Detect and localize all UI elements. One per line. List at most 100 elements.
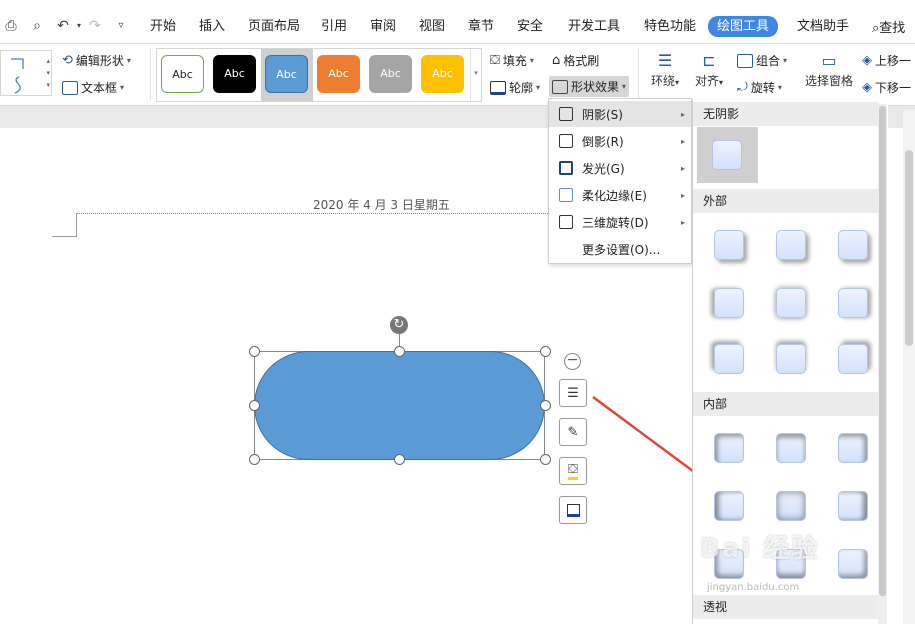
shadow-inner-option[interactable] xyxy=(776,433,806,463)
resize-handle-top-right[interactable] xyxy=(540,346,551,357)
tab-insert[interactable]: 插入 xyxy=(199,17,225,37)
shadow-inner-option[interactable] xyxy=(714,491,744,521)
tab-security[interactable]: 安全 xyxy=(517,17,543,37)
customize-toolbar-icon[interactable]: ▿ xyxy=(112,17,130,35)
resize-handle-top-left[interactable] xyxy=(249,346,260,357)
resize-handle-bottom-left[interactable] xyxy=(249,454,260,465)
collapse-toolbar-icon[interactable]: − xyxy=(564,353,581,370)
style-swatch-gold[interactable]: Abc xyxy=(421,55,464,93)
gallery-more-icon[interactable]: ▾ xyxy=(46,81,50,89)
menu-item-glow[interactable]: 发光(G) ▸ xyxy=(549,155,691,181)
group-button[interactable]: 组合 ▾ xyxy=(737,52,787,69)
menu-item-soft-edges[interactable]: 柔化边缘(E) ▸ xyxy=(549,182,691,208)
page-header-date[interactable]: 2020 年 4 月 3 日星期五 xyxy=(313,196,450,213)
shape-preview-gallery[interactable]: ▴ ▾ ▾ xyxy=(0,50,52,96)
style-swatch-white[interactable]: Abc xyxy=(161,55,204,93)
shape-effects-label: 形状效果 xyxy=(571,80,620,94)
resize-handle-right[interactable] xyxy=(540,400,551,411)
shadow-outer-option[interactable] xyxy=(714,230,744,260)
chevron-right-icon: ▸ xyxy=(680,190,685,200)
send-backward-button[interactable]: ◈ 下移一 xyxy=(862,79,911,96)
wrap-button[interactable]: ☰ 环绕▾ xyxy=(648,50,682,89)
redo-icon[interactable]: ↷ xyxy=(86,17,104,35)
resize-handle-bottom[interactable] xyxy=(394,454,405,465)
page-header-line xyxy=(76,213,550,214)
shadow-inner-option[interactable] xyxy=(838,491,868,521)
menu-item-more-settings[interactable]: 更多设置(O)... xyxy=(549,236,691,262)
style-swatch-blue[interactable]: Abc xyxy=(265,55,308,93)
align-label: 对齐 xyxy=(694,74,719,88)
tab-doc-assistant[interactable]: 文档助手 xyxy=(797,17,849,37)
chevron-right-icon: ▸ xyxy=(680,136,685,146)
shadow-inner-option[interactable] xyxy=(776,491,806,521)
ribbon-divider xyxy=(150,48,151,100)
baidu-watermark-url: jingyan.baidu.com xyxy=(707,582,800,593)
shadow-inner-option[interactable] xyxy=(838,433,868,463)
print-preview-icon[interactable]: ⌕ xyxy=(28,17,46,35)
wrap-label: 环绕 xyxy=(650,74,675,88)
gallery-down-icon[interactable]: ▾ xyxy=(46,69,50,77)
crop-mark xyxy=(52,236,77,237)
shape-style-button[interactable]: ✎ xyxy=(559,418,587,446)
shadow-inner-option[interactable] xyxy=(714,433,744,463)
tab-page-layout[interactable]: 页面布局 xyxy=(248,17,300,37)
style-swatch-gray[interactable]: Abc xyxy=(369,55,412,93)
chevron-down-icon: ▾ xyxy=(783,56,788,65)
fill-bucket-icon: ⛋ xyxy=(490,53,500,68)
shadow-panel-scrollbar-thumb[interactable] xyxy=(879,106,886,596)
fill-button[interactable]: ⛋ 填充 ▾ xyxy=(490,52,534,69)
reflection-icon xyxy=(559,134,573,148)
shadow-outer-option[interactable] xyxy=(776,344,806,374)
align-icon: ⊏ xyxy=(702,51,716,70)
tab-drawing-tools[interactable]: 绘图工具 xyxy=(708,16,779,37)
shape-effects-button[interactable]: 形状效果 ▾ xyxy=(549,76,630,97)
edit-shape-button[interactable]: ⟲ 编辑形状 ▾ xyxy=(62,52,131,69)
chevron-down-icon: ▾ xyxy=(126,56,131,65)
shadow-outer-option[interactable] xyxy=(776,288,806,318)
align-button[interactable]: ⊏ 对齐▾ xyxy=(692,50,726,89)
shadow-outer-option[interactable] xyxy=(714,344,744,374)
bring-forward-button[interactable]: ◈ 上移一 xyxy=(862,52,911,69)
menu-item-label: 三维旋转(D) xyxy=(582,215,649,230)
gallery-up-icon[interactable]: ▴ xyxy=(46,57,50,65)
group-label: 组合 xyxy=(756,54,781,68)
search-button[interactable]: ⌕查找 xyxy=(872,17,905,36)
tab-review[interactable]: 审阅 xyxy=(370,17,396,37)
tab-view[interactable]: 视图 xyxy=(419,17,445,37)
shadow-outer-option[interactable] xyxy=(838,230,868,260)
no-shadow-option[interactable] xyxy=(697,127,758,183)
shadow-inner-option[interactable] xyxy=(838,549,868,579)
style-gallery-scroll[interactable]: ▾ xyxy=(470,49,481,101)
selection-pane-button[interactable]: ▭ 选择窗格 xyxy=(803,50,855,89)
document-scrollbar-thumb[interactable] xyxy=(905,150,913,346)
rotate-handle-icon[interactable]: ↻ xyxy=(390,316,408,334)
tab-home[interactable]: 开始 xyxy=(150,17,176,37)
tab-reference[interactable]: 引用 xyxy=(321,17,347,37)
text-box-button[interactable]: 文本框 ▾ xyxy=(62,79,124,96)
shape-outline-button[interactable] xyxy=(559,496,587,524)
send-backward-label: 下移一 xyxy=(875,81,912,95)
tab-features[interactable]: 特色功能 xyxy=(644,17,696,37)
shadow-outer-option[interactable] xyxy=(838,288,868,318)
menu-item-3d-rotation[interactable]: 三维旋转(D) ▸ xyxy=(549,209,691,235)
shadow-outer-option[interactable] xyxy=(838,344,868,374)
shape-fill-button[interactable]: ⛋ xyxy=(559,457,587,485)
print-icon[interactable]: ⎙ xyxy=(2,17,20,35)
rounded-rectangle-shape[interactable] xyxy=(254,351,545,460)
menu-item-shadow[interactable]: 阴影(S) ▸ xyxy=(549,101,691,127)
resize-handle-bottom-right[interactable] xyxy=(540,454,551,465)
tab-developer[interactable]: 开发工具 xyxy=(568,17,620,37)
resize-handle-top[interactable] xyxy=(394,346,405,357)
style-swatch-black[interactable]: Abc xyxy=(213,55,256,93)
section-perspective: 透视 xyxy=(693,595,879,619)
format-brush-button[interactable]: ⌂ 格式刷 xyxy=(552,52,599,69)
resize-handle-left[interactable] xyxy=(249,400,260,411)
outline-button[interactable]: 轮廓 ▾ xyxy=(490,79,540,96)
rotate-button[interactable]: ⤾ 旋转 ▾ xyxy=(737,79,782,96)
tab-chapter[interactable]: 章节 xyxy=(468,17,494,37)
shadow-outer-option[interactable] xyxy=(714,288,744,318)
shadow-outer-option[interactable] xyxy=(776,230,806,260)
menu-item-reflection[interactable]: 倒影(R) ▸ xyxy=(549,128,691,154)
layout-options-button[interactable]: ☰ xyxy=(559,379,587,407)
style-swatch-orange[interactable]: Abc xyxy=(317,55,360,93)
